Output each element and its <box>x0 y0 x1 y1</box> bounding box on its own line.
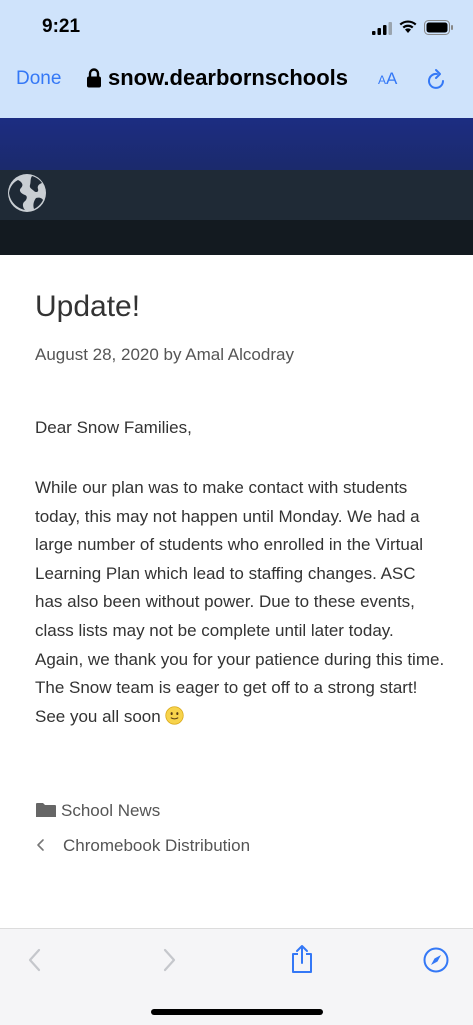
compass-icon[interactable] <box>423 947 449 973</box>
site-nav-bar <box>0 170 473 220</box>
site-header-banner <box>0 118 473 170</box>
article-meta: August 28, 2020 by Amal Alcodray <box>35 345 294 364</box>
lock-icon <box>87 68 101 88</box>
article-body-text: While our plan was to make contact with … <box>35 478 445 726</box>
category-link[interactable]: School News <box>35 801 160 821</box>
previous-post-link[interactable]: Chromebook Distribution <box>35 836 250 856</box>
home-indicator <box>151 1009 323 1015</box>
cellular-signal-icon <box>372 22 392 35</box>
site-subnav-bar <box>0 220 473 255</box>
text-size-small-label: A <box>378 73 387 87</box>
emoji-icon <box>165 706 184 725</box>
globe-icon[interactable] <box>6 172 48 214</box>
url-text[interactable]: snow.dearbornschools <box>108 65 348 91</box>
chevron-left-icon <box>37 839 44 851</box>
forward-icon[interactable] <box>160 947 178 973</box>
previous-post-label: Chromebook Distribution <box>63 836 251 855</box>
text-size-button[interactable]: AA <box>378 69 397 89</box>
article-body: While our plan was to make contact with … <box>35 474 445 731</box>
reload-icon[interactable] <box>426 68 448 92</box>
status-time: 9:21 <box>42 16 81 37</box>
wifi-icon <box>399 20 417 33</box>
article-title: Update! <box>35 290 141 323</box>
text-size-large-label: A <box>386 69 398 88</box>
article-greeting: Dear Snow Families, <box>35 418 192 437</box>
category-label: School News <box>61 801 161 820</box>
share-icon[interactable] <box>289 944 315 974</box>
done-button[interactable]: Done <box>16 68 61 90</box>
battery-icon <box>424 20 453 35</box>
folder-icon <box>36 803 56 817</box>
back-icon[interactable] <box>26 947 44 973</box>
